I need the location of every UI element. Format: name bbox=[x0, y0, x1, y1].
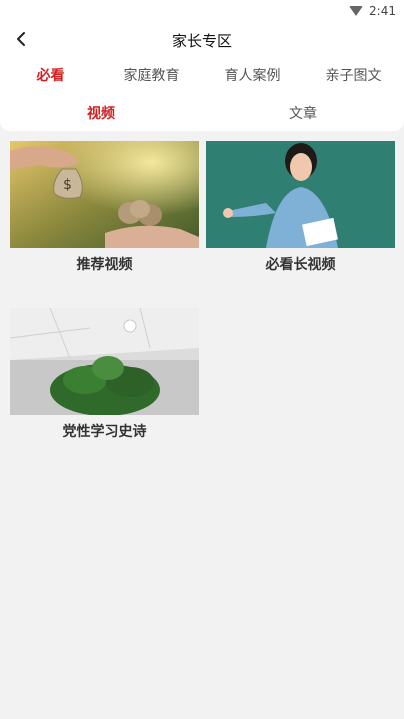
tab-bikan[interactable]: 必看 bbox=[0, 65, 101, 85]
video-thumbnail[interactable] bbox=[10, 308, 199, 415]
tab-video[interactable]: 视频 bbox=[0, 103, 202, 123]
tab-family-education[interactable]: 家庭教育 bbox=[101, 65, 202, 85]
category-tabs: 必看 家庭教育 育人案例 亲子图文 bbox=[0, 56, 404, 94]
wifi-icon bbox=[349, 6, 364, 16]
plant-image bbox=[10, 308, 199, 415]
svg-text:$: $ bbox=[63, 177, 72, 193]
tab-article[interactable]: 文章 bbox=[202, 103, 404, 123]
status-bar: 2:41 bbox=[0, 0, 404, 22]
video-caption: 推荐视频 bbox=[76, 257, 133, 273]
video-thumbnail[interactable] bbox=[206, 141, 395, 248]
money-bag-image: $ bbox=[10, 141, 199, 248]
video-caption: 党性学习史诗 bbox=[62, 424, 147, 440]
status-right: 2:41 bbox=[349, 3, 396, 19]
title-bar: 家长专区 bbox=[0, 22, 404, 56]
teacher-image bbox=[206, 141, 395, 248]
video-card[interactable]: $ 推荐视频 bbox=[10, 141, 199, 274]
tab-education-cases[interactable]: 育人案例 bbox=[202, 65, 303, 85]
video-caption: 必看长视频 bbox=[265, 257, 336, 273]
video-card[interactable]: 必看长视频 bbox=[206, 141, 395, 274]
video-thumbnail[interactable]: $ bbox=[10, 141, 199, 248]
content-type-tabs: 视频 文章 bbox=[0, 94, 404, 131]
status-time: 2:41 bbox=[369, 4, 396, 18]
page-title: 家长专区 bbox=[171, 32, 232, 50]
tab-parent-child[interactable]: 亲子图文 bbox=[303, 65, 404, 85]
video-card[interactable]: 党性学习史诗 bbox=[10, 308, 199, 441]
